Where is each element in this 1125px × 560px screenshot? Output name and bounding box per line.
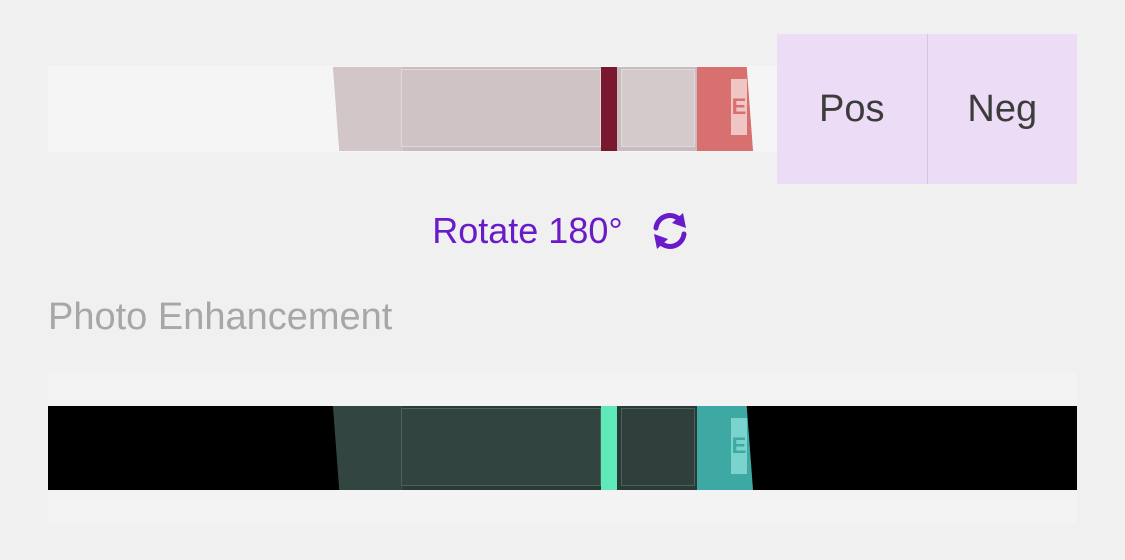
enhanced-photo: E [48, 373, 1077, 523]
strip-edge [333, 67, 403, 151]
test-strip-image: E [333, 67, 753, 151]
photo-enhancement-heading: Photo Enhancement [48, 296, 393, 338]
rotate-button[interactable]: Rotate 180° [0, 205, 1125, 257]
negative-button[interactable]: Neg [926, 34, 1077, 184]
test-photo-row: E Pos Neg [48, 34, 1077, 184]
strip-tip: E [697, 67, 753, 151]
result-toggle: Pos Neg [777, 34, 1077, 184]
enhanced-test-strip-image: E [333, 406, 753, 490]
strip-edge [333, 406, 403, 490]
strip-tip-letter: E [731, 79, 747, 135]
rotate-icon[interactable] [647, 208, 693, 254]
rotate-label: Rotate 180° [432, 210, 623, 251]
strip-tip-letter: E [731, 418, 747, 474]
strip-window [401, 69, 601, 147]
positive-button[interactable]: Pos [777, 34, 927, 184]
test-line [601, 67, 617, 151]
enhanced-test-line [601, 406, 617, 490]
test-photo: E [48, 34, 777, 184]
strip-window [401, 408, 601, 486]
strip-window-secondary [621, 408, 695, 486]
strip-tip: E [697, 406, 753, 490]
strip-window-secondary [621, 69, 695, 147]
